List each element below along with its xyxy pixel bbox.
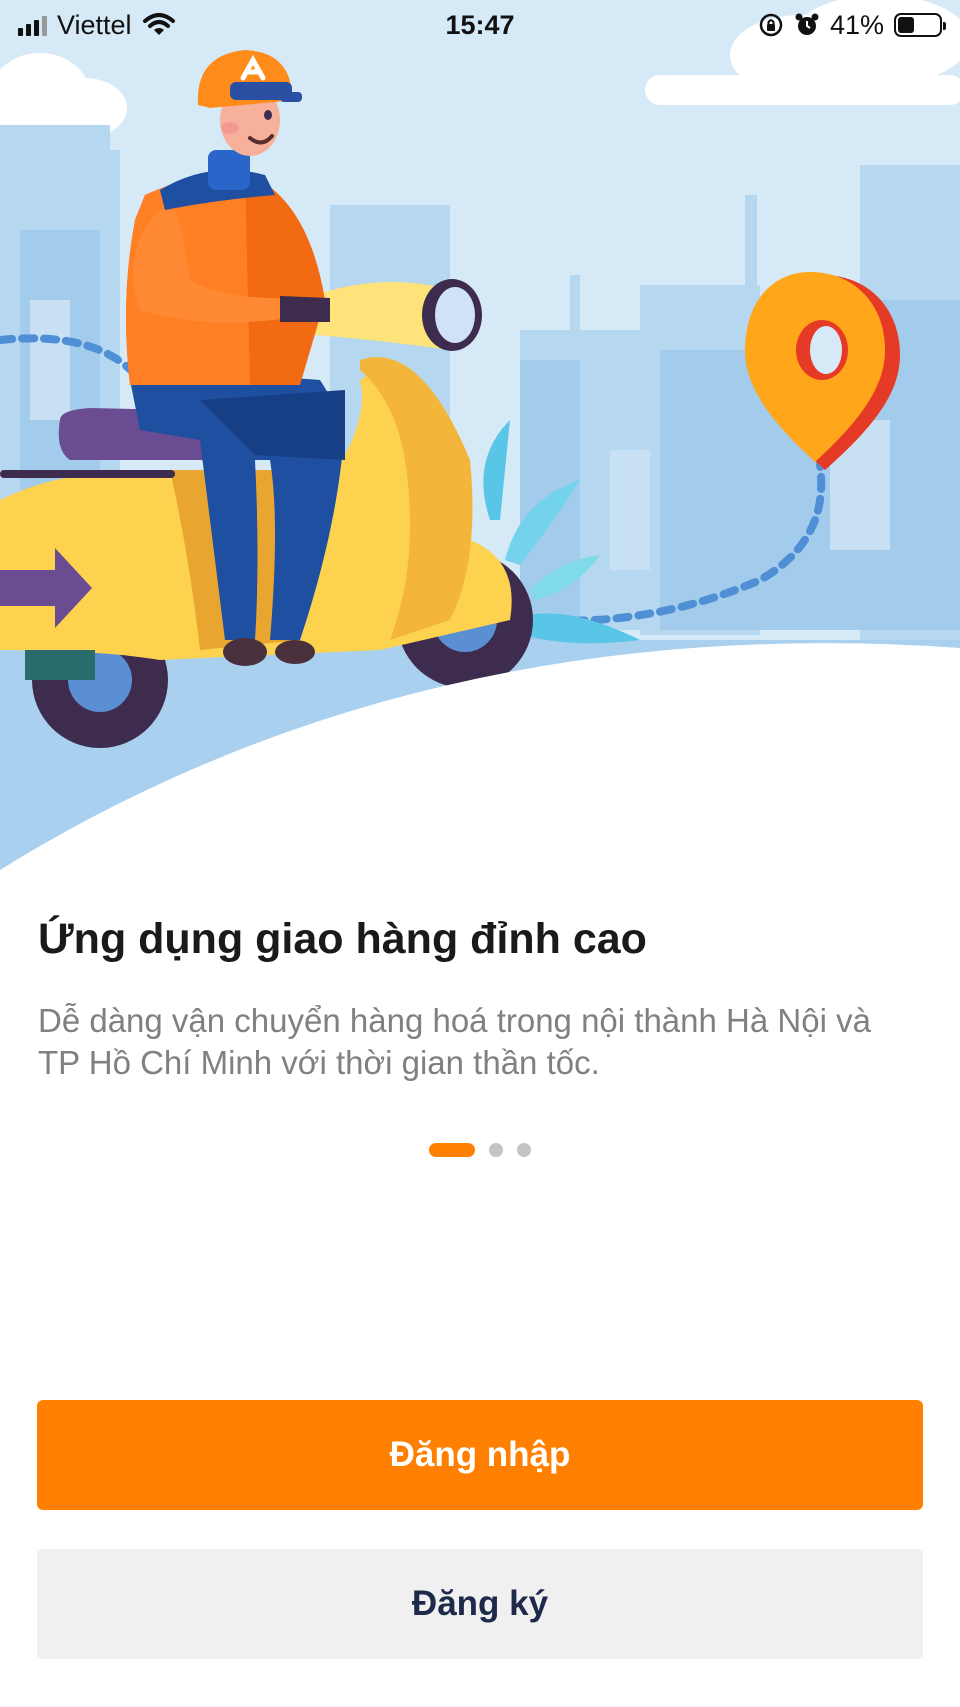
orientation-lock-icon: [759, 13, 783, 37]
onboarding-screen: Viettel 15:47 41% Ứng dụng giao hàng đỉn…: [0, 0, 960, 1707]
wifi-icon: [142, 13, 175, 35]
battery-percent: 41%: [829, 9, 884, 40]
alarm-icon: [795, 13, 819, 35]
status-bar: Viettel 15:47 41%: [0, 0, 960, 50]
battery-level: [898, 17, 915, 33]
login-button[interactable]: Đăng nhập: [37, 1400, 923, 1510]
status-bar-right: 41%: [758, 9, 946, 41]
register-button[interactable]: Đăng ký: [37, 1549, 923, 1659]
page-dot-2[interactable]: [489, 1143, 503, 1157]
carrier-name: Viettel: [57, 9, 132, 40]
battery-icon: [894, 13, 946, 37]
page-dot-3[interactable]: [517, 1143, 531, 1157]
onboarding-description: Dễ dàng vận chuyển hàng hoá trong nội th…: [38, 1002, 871, 1081]
signal-icon: [18, 14, 47, 36]
hero-illustration: [0, 0, 960, 880]
page-indicator: [0, 1143, 960, 1157]
onboarding-title: Ứng dụng giao hàng đỉnh cao: [38, 915, 647, 963]
status-bar-left: Viettel: [18, 10, 176, 41]
page-dot-1[interactable]: [429, 1143, 475, 1157]
